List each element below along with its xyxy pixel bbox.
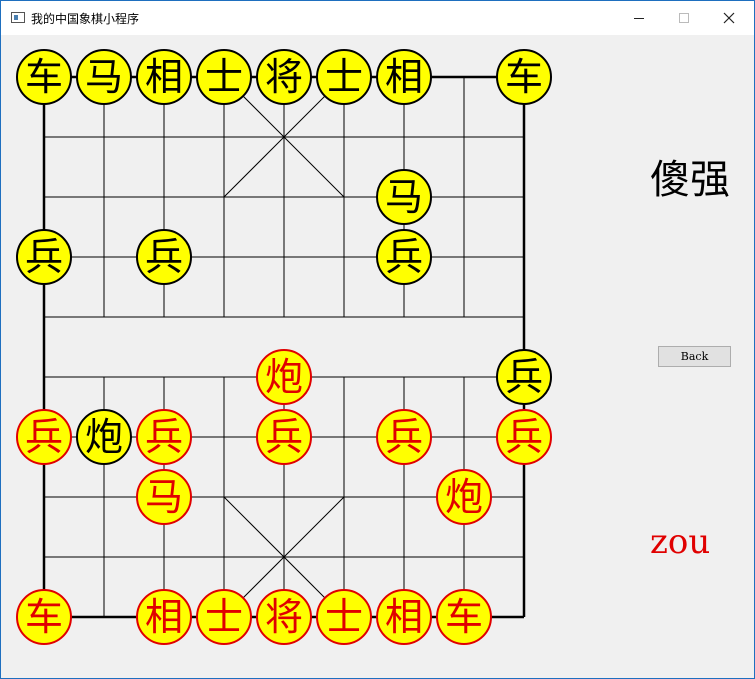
chess-piece-black[interactable]: 士 — [196, 49, 252, 105]
turn-indicator: zou — [650, 522, 711, 562]
app-icon — [11, 12, 25, 23]
app-window: 我的中国象棋小程序 车马相士将士相车马兵兵兵兵炮炮兵兵兵兵兵马炮车相士将士相车 … — [0, 0, 755, 679]
chess-piece-red[interactable]: 炮 — [256, 349, 312, 405]
chess-piece-red[interactable]: 兵 — [376, 409, 432, 465]
close-icon — [723, 12, 735, 24]
chess-piece-black[interactable]: 车 — [16, 49, 72, 105]
chess-piece-red[interactable]: 士 — [316, 589, 372, 645]
chess-piece-black[interactable]: 兵 — [136, 229, 192, 285]
chess-piece-black[interactable]: 相 — [376, 49, 432, 105]
maximize-button[interactable] — [661, 1, 707, 35]
minimize-button[interactable] — [616, 1, 662, 35]
chess-piece-black[interactable]: 将 — [256, 49, 312, 105]
chess-piece-red[interactable]: 兵 — [136, 409, 192, 465]
title-bar[interactable]: 我的中国象棋小程序 — [1, 1, 754, 35]
game-area: 车马相士将士相车马兵兵兵兵炮炮兵兵兵兵兵马炮车相士将士相车 傻强 Back zo… — [1, 35, 754, 678]
chess-piece-black[interactable]: 士 — [316, 49, 372, 105]
chess-piece-black[interactable]: 马 — [76, 49, 132, 105]
chess-piece-red[interactable]: 将 — [256, 589, 312, 645]
chess-piece-black[interactable]: 马 — [376, 169, 432, 225]
window-title: 我的中国象棋小程序 — [31, 12, 140, 26]
player-name: 傻强 — [650, 157, 730, 203]
chess-piece-red[interactable]: 车 — [436, 589, 492, 645]
minimize-icon — [634, 18, 644, 19]
back-button[interactable]: Back — [658, 346, 731, 367]
chess-piece-red[interactable]: 马 — [136, 469, 192, 525]
maximize-icon — [679, 13, 689, 23]
chess-piece-red[interactable]: 兵 — [16, 409, 72, 465]
chess-piece-red[interactable]: 兵 — [496, 409, 552, 465]
chess-piece-red[interactable]: 相 — [376, 589, 432, 645]
chess-piece-red[interactable]: 车 — [16, 589, 72, 645]
chess-piece-black[interactable]: 兵 — [376, 229, 432, 285]
chess-piece-red[interactable]: 士 — [196, 589, 252, 645]
chess-piece-red[interactable]: 兵 — [256, 409, 312, 465]
chess-piece-red[interactable]: 炮 — [436, 469, 492, 525]
chess-piece-black[interactable]: 兵 — [16, 229, 72, 285]
chess-piece-black[interactable]: 车 — [496, 49, 552, 105]
chess-piece-black[interactable]: 相 — [136, 49, 192, 105]
close-button[interactable] — [706, 1, 752, 35]
chess-piece-black[interactable]: 兵 — [496, 349, 552, 405]
chess-piece-black[interactable]: 炮 — [76, 409, 132, 465]
chess-piece-red[interactable]: 相 — [136, 589, 192, 645]
